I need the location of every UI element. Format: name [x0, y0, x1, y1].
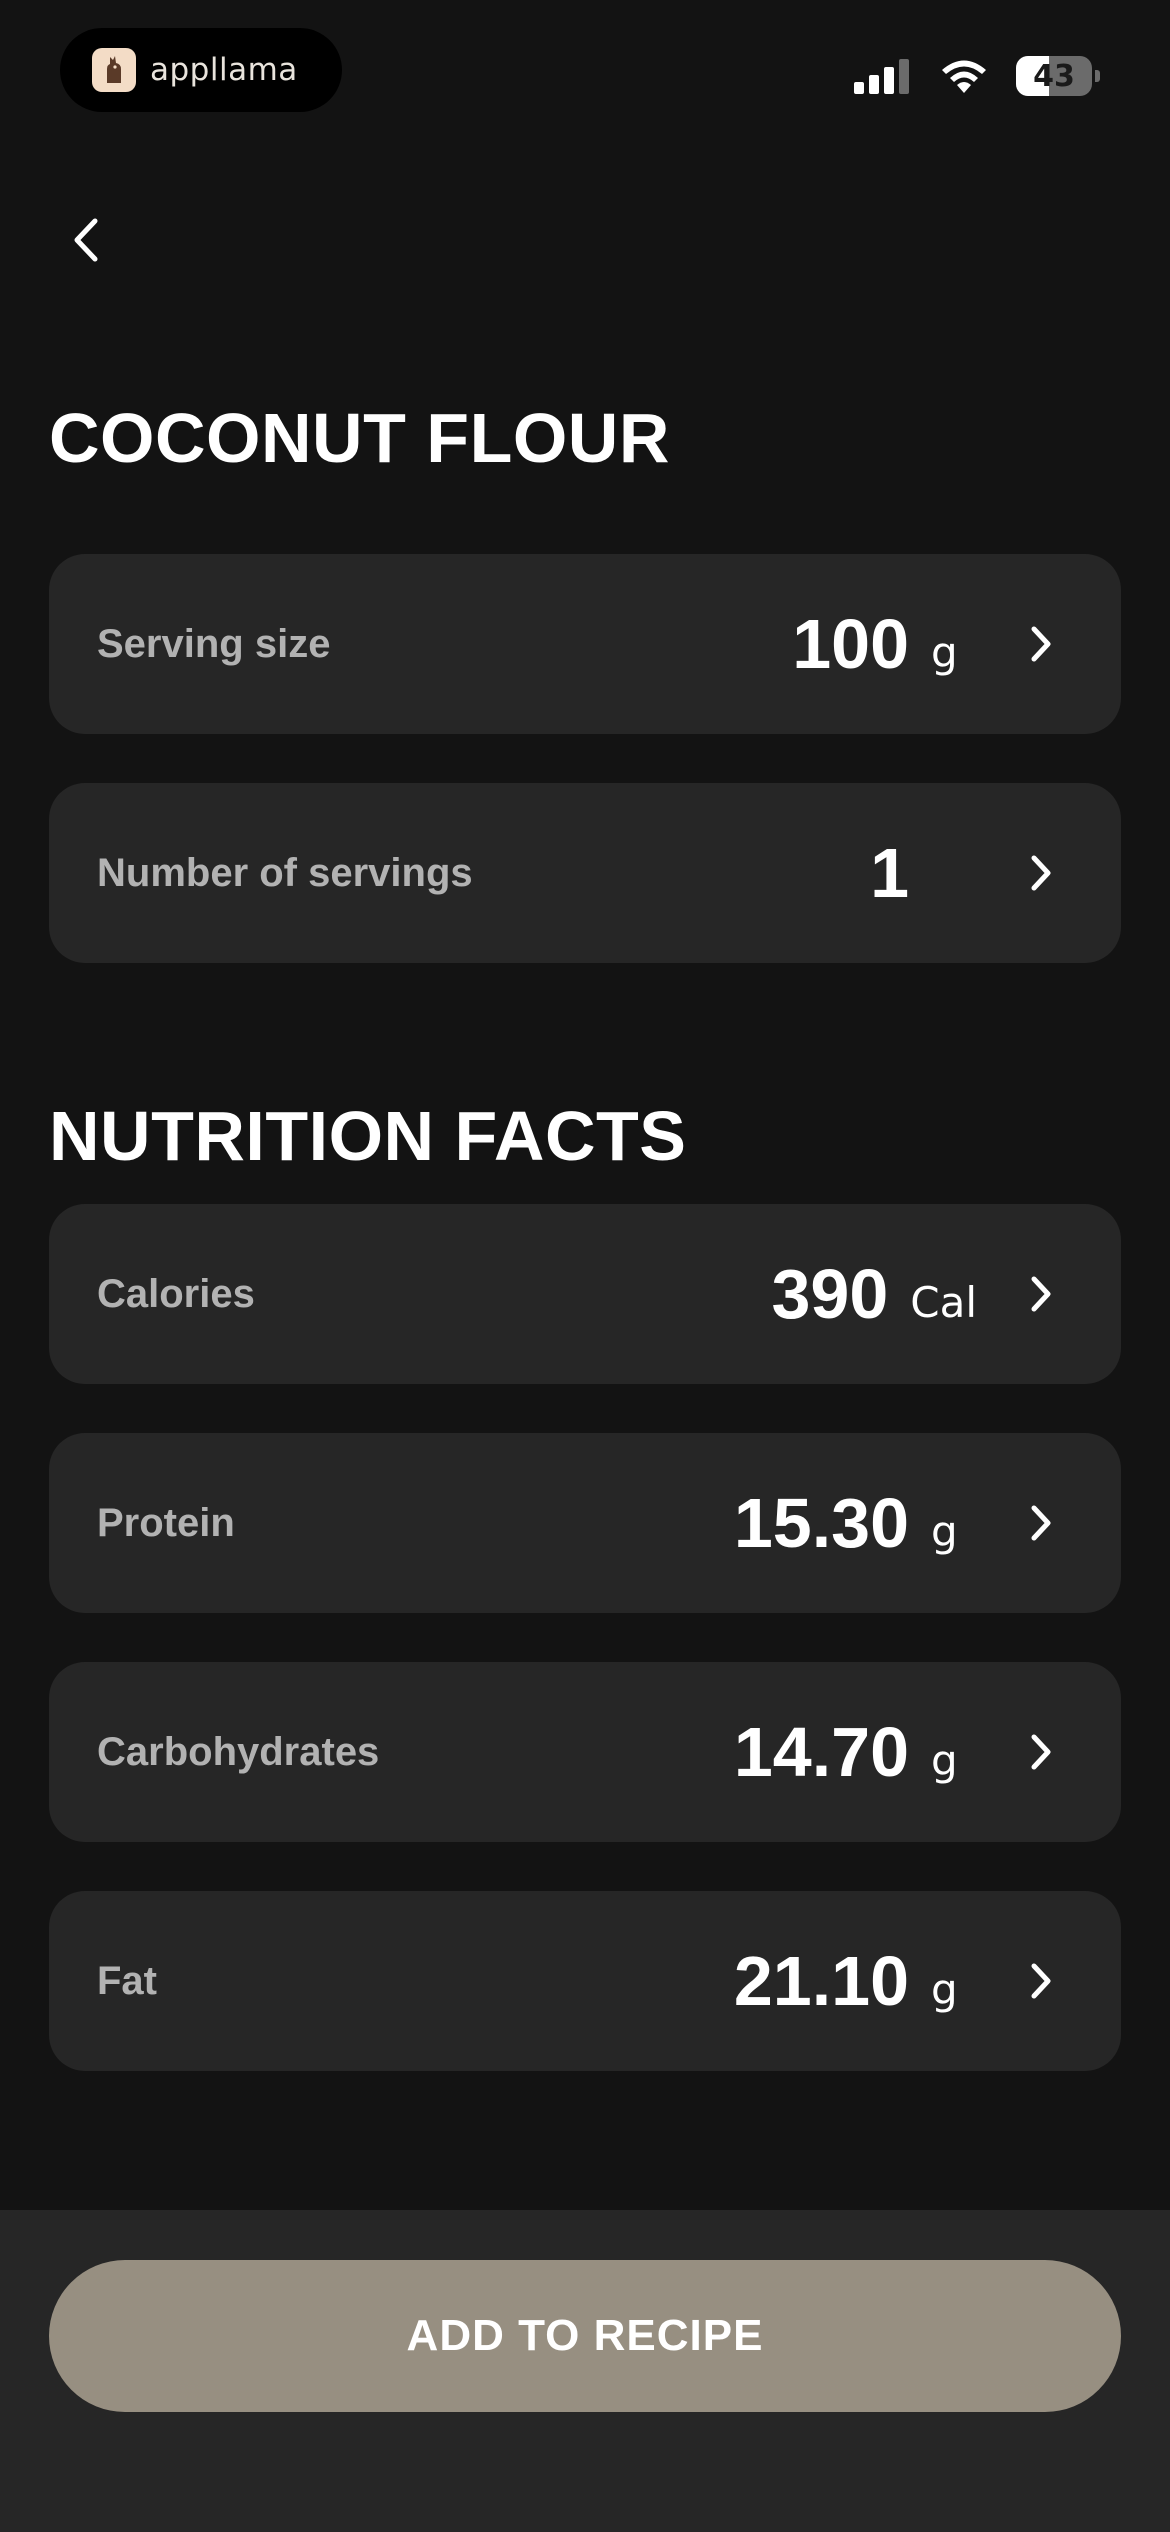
- nutrition-row-carbohydrates[interactable]: Carbohydrates 14.70 g: [49, 1662, 1121, 1842]
- back-button[interactable]: [56, 205, 116, 275]
- nutrient-value: 21.10: [733, 1942, 909, 2020]
- nutrient-unit: g: [931, 1735, 958, 1785]
- chevron-left-icon: [74, 218, 98, 262]
- serving-size-label: Serving size: [97, 621, 331, 666]
- number-of-servings-value: 1: [870, 834, 909, 912]
- nutrient-unit: g: [931, 1506, 958, 1556]
- number-of-servings-row[interactable]: Number of servings 1: [49, 783, 1121, 963]
- app-name: appllama: [150, 52, 298, 88]
- status-icons: 43: [854, 56, 1100, 96]
- chevron-right-icon: [1021, 1953, 1061, 2009]
- llama-logo-icon: [92, 48, 136, 92]
- nutrition-row-protein[interactable]: Protein 15.30 g: [49, 1433, 1121, 1613]
- nutrient-label: Fat: [97, 1958, 157, 2003]
- cellular-signal-icon: [854, 59, 909, 94]
- wifi-icon: [942, 60, 986, 93]
- footer-bar: ADD TO RECIPE: [0, 2210, 1170, 2532]
- nutrient-unit: g: [931, 1964, 958, 2014]
- nutrient-value: 14.70: [733, 1713, 909, 1791]
- battery-level: 43: [1033, 58, 1075, 94]
- chevron-right-icon: [1021, 1495, 1061, 1551]
- nutrient-label: Calories: [97, 1271, 255, 1316]
- nutrient-value: 390: [771, 1255, 889, 1333]
- serving-size-row[interactable]: Serving size 100 g: [49, 554, 1121, 734]
- add-to-recipe-button[interactable]: ADD TO RECIPE: [49, 2260, 1121, 2412]
- nutrient-value: 15.30: [733, 1484, 909, 1562]
- serving-size-unit: g: [931, 627, 958, 677]
- nutrient-label: Protein: [97, 1500, 235, 1545]
- number-of-servings-label: Number of servings: [97, 850, 473, 895]
- nutrition-row-fat[interactable]: Fat 21.10 g: [49, 1891, 1121, 2071]
- chevron-right-icon: [1021, 845, 1061, 901]
- nutrition-facts-title: NUTRITION FACTS: [49, 1097, 687, 1175]
- nutrient-unit: Cal: [910, 1277, 977, 1327]
- page-title: COCONUT FLOUR: [49, 399, 670, 477]
- app-badge[interactable]: appllama: [60, 28, 342, 112]
- status-bar: appllama 43: [0, 0, 1170, 130]
- serving-size-value: 100: [792, 605, 909, 683]
- chevron-right-icon: [1021, 1266, 1061, 1322]
- nutrient-label: Carbohydrates: [97, 1729, 380, 1774]
- chevron-right-icon: [1021, 1724, 1061, 1780]
- nutrition-row-calories[interactable]: Calories 390 Cal: [49, 1204, 1121, 1384]
- chevron-right-icon: [1021, 616, 1061, 672]
- battery-indicator: 43: [1016, 56, 1100, 96]
